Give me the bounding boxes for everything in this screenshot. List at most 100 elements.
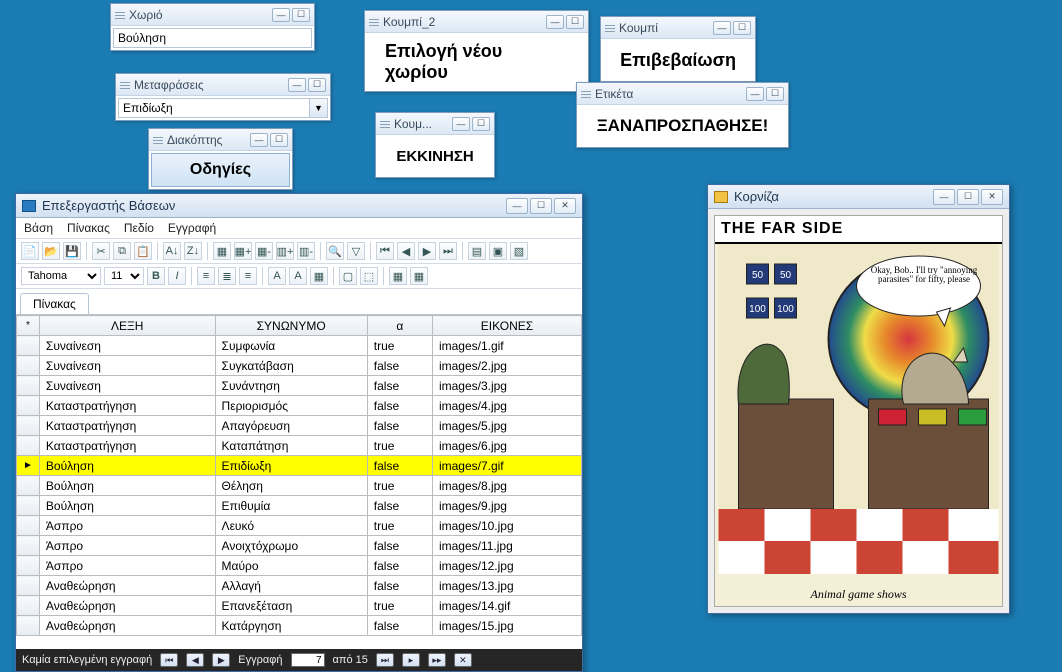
find-icon[interactable]: 🔍: [326, 242, 344, 260]
titlebar-xorio[interactable]: Χωριό — ☐: [111, 4, 314, 26]
cell[interactable]: false: [367, 376, 432, 396]
menu-item[interactable]: Βάση: [24, 221, 53, 235]
cell[interactable]: Αναθεώρηση: [39, 596, 215, 616]
nav-a-icon[interactable]: ▸: [402, 653, 420, 667]
maximize-icon[interactable]: ☐: [766, 87, 784, 101]
border-icon[interactable]: ▢: [339, 267, 357, 285]
cell[interactable]: true: [367, 436, 432, 456]
maximize-icon[interactable]: ☐: [530, 198, 552, 214]
nav-b-icon[interactable]: ▸▸: [428, 653, 446, 667]
maximize-icon[interactable]: ☐: [566, 15, 584, 29]
cell[interactable]: Μαύρο: [215, 556, 367, 576]
metafraseis-select[interactable]: ▼: [118, 98, 328, 118]
tab-pinakas[interactable]: Πίνακας: [20, 293, 89, 314]
table-row[interactable]: ΚαταστρατήγησηΚαταπάτησηtrueimages/6.jpg: [17, 436, 582, 456]
last-record-icon[interactable]: ⏭: [376, 653, 394, 667]
cell[interactable]: true: [367, 596, 432, 616]
minimize-icon[interactable]: —: [452, 117, 470, 131]
cell[interactable]: false: [367, 356, 432, 376]
paste-icon[interactable]: 📋: [134, 242, 152, 260]
cell[interactable]: images/1.gif: [432, 336, 581, 356]
row-header[interactable]: [17, 536, 40, 556]
cell[interactable]: Άσπρο: [39, 536, 215, 556]
grid[interactable]: *ΛΕΞΗΣΥΝΩΝΥΜΟαΕΙΚΟΝΕΣΣυναίνεσηΣυμφωνίαtr…: [16, 315, 582, 649]
color-b-icon[interactable]: A: [289, 267, 307, 285]
table-row[interactable]: ΑναθεώρησηΚατάργησηfalseimages/15.jpg: [17, 616, 582, 636]
cell[interactable]: Συμφωνία: [215, 336, 367, 356]
cell[interactable]: false: [367, 556, 432, 576]
prev-record-icon[interactable]: ◀: [186, 653, 204, 667]
fill-icon[interactable]: ▦: [310, 267, 328, 285]
cell[interactable]: images/4.jpg: [432, 396, 581, 416]
maximize-icon[interactable]: ☐: [270, 133, 288, 147]
font-size-select[interactable]: 11: [104, 267, 144, 285]
titlebar-etiketa[interactable]: Ετικέτα — ☐: [577, 83, 788, 105]
cell[interactable]: images/15.jpg: [432, 616, 581, 636]
cell[interactable]: Αναθεώρηση: [39, 576, 215, 596]
maximize-icon[interactable]: ☐: [308, 78, 326, 92]
cell[interactable]: Ανοιχτόχρωμο: [215, 536, 367, 556]
cell[interactable]: Συγκατάβαση: [215, 356, 367, 376]
font-select[interactable]: Tahoma: [21, 267, 101, 285]
cell[interactable]: Περιορισμός: [215, 396, 367, 416]
copy-icon[interactable]: ⧉: [113, 242, 131, 260]
cell[interactable]: Άσπρο: [39, 516, 215, 536]
titlebar-korniza[interactable]: Κορνίζα — ☐ ✕: [708, 185, 1009, 209]
table-a-icon[interactable]: ▦: [389, 267, 407, 285]
cell[interactable]: images/10.jpg: [432, 516, 581, 536]
titlebar-metafraseis[interactable]: Μεταφράσεις — ☐: [116, 74, 330, 96]
cell[interactable]: Επιθυμία: [215, 496, 367, 516]
cell[interactable]: Καταστρατήγηση: [39, 416, 215, 436]
align-center-icon[interactable]: ≣: [218, 267, 236, 285]
first-icon[interactable]: ⏮: [376, 242, 394, 260]
cell[interactable]: true: [367, 336, 432, 356]
xorio-input[interactable]: [113, 28, 312, 48]
cell[interactable]: Καταπάτηση: [215, 436, 367, 456]
row-header[interactable]: [17, 416, 40, 436]
close-icon[interactable]: ✕: [981, 189, 1003, 205]
color-a-icon[interactable]: A: [268, 267, 286, 285]
table-row[interactable]: ΣυναίνεσηΣυνάντησηfalseimages/3.jpg: [17, 376, 582, 396]
table-row[interactable]: ΣυναίνεσηΣυμφωνίαtrueimages/1.gif: [17, 336, 582, 356]
prev-icon[interactable]: ◀: [397, 242, 415, 260]
row-header[interactable]: [17, 336, 40, 356]
cell[interactable]: images/11.jpg: [432, 536, 581, 556]
titlebar-diakoptis[interactable]: Διακόπτης — ☐: [149, 129, 292, 151]
minimize-icon[interactable]: —: [546, 15, 564, 29]
del-col-icon[interactable]: ▥-: [297, 242, 315, 260]
new-icon[interactable]: 📄: [21, 242, 39, 260]
row-header[interactable]: [17, 376, 40, 396]
cell[interactable]: images/7.gif: [432, 456, 581, 476]
cell[interactable]: Συνάντηση: [215, 376, 367, 396]
row-header[interactable]: [17, 396, 40, 416]
cell[interactable]: Βούληση: [39, 476, 215, 496]
titlebar-db[interactable]: Επεξεργαστής Βάσεων — ☐ ✕: [16, 194, 582, 218]
minimize-icon[interactable]: —: [933, 189, 955, 205]
cell[interactable]: false: [367, 456, 432, 476]
cell[interactable]: false: [367, 536, 432, 556]
cell[interactable]: Καταστρατήγηση: [39, 396, 215, 416]
align-left-icon[interactable]: ≡: [197, 267, 215, 285]
row-header[interactable]: [17, 476, 40, 496]
table-b-icon[interactable]: ▦: [410, 267, 428, 285]
cell[interactable]: Αναθεώρηση: [39, 616, 215, 636]
rec-input[interactable]: [291, 653, 325, 667]
row-header[interactable]: [17, 556, 40, 576]
cell[interactable]: Λευκό: [215, 516, 367, 536]
column-header[interactable]: ΕΙΚΟΝΕΣ: [432, 316, 581, 336]
del-row-icon[interactable]: ▦-: [255, 242, 273, 260]
ekkinisi-button[interactable]: ΕΚΚΙΝΗΣΗ: [378, 137, 492, 175]
filter-icon[interactable]: ▽: [347, 242, 365, 260]
titlebar-koumpi2[interactable]: Κουμπί_2 — ☐: [365, 11, 588, 33]
cut-icon[interactable]: ✂: [92, 242, 110, 260]
menu-item[interactable]: Εγγραφή: [168, 221, 216, 235]
cell[interactable]: false: [367, 496, 432, 516]
row-header[interactable]: [17, 616, 40, 636]
add-row-icon[interactable]: ▦+: [234, 242, 252, 260]
view-a-icon[interactable]: ▤: [468, 242, 486, 260]
row-header[interactable]: [17, 356, 40, 376]
table-row[interactable]: ΣυναίνεσηΣυγκατάβασηfalseimages/2.jpg: [17, 356, 582, 376]
neo-xorio-button[interactable]: Επιλογή νέου χωρίου: [367, 35, 586, 89]
next-icon[interactable]: ▶: [418, 242, 436, 260]
sort-desc-icon[interactable]: Z↓: [184, 242, 202, 260]
